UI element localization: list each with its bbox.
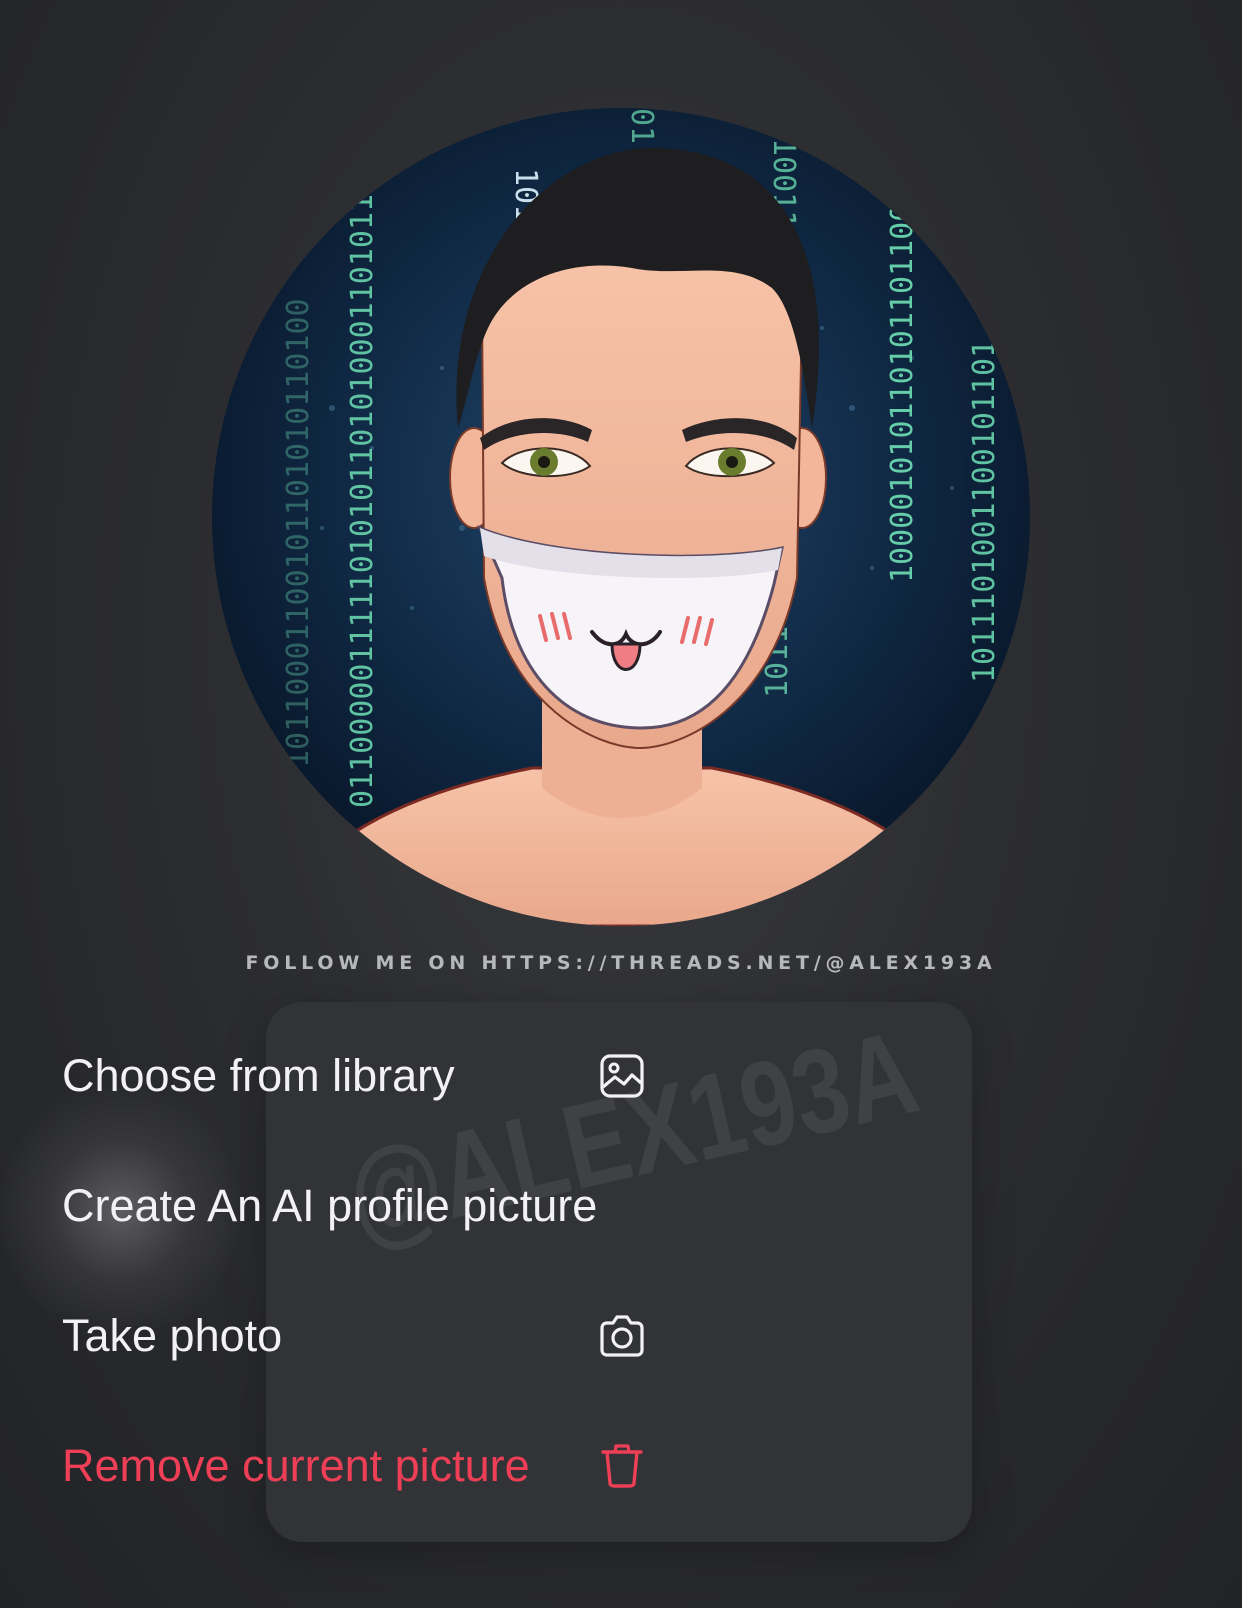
image-icon [596, 1050, 648, 1102]
menu-item-label: Take photo [62, 1310, 283, 1361]
remove-current-picture-option[interactable]: Remove current picture [62, 1426, 648, 1506]
create-ai-profile-picture-option[interactable]: Create An AI profile picture [62, 1166, 648, 1246]
choose-from-library-option[interactable]: Choose from library [62, 1036, 648, 1116]
binary-column: 10110001100101101010110100 [281, 298, 316, 768]
binary-column: 1011101001100101101 [967, 340, 1002, 683]
caption-text: FOLLOW ME ON HTTPS://THREADS.NET/@ALEX19… [245, 952, 997, 974]
avatar-illustration: 10110001100101101010110100 0110000011111… [212, 108, 1030, 926]
profile-picture[interactable]: 10110001100101101010110100 0110000011111… [212, 108, 1030, 926]
menu-item-label: Choose from library [62, 1050, 455, 1101]
trash-icon [596, 1440, 648, 1492]
binary-column: 01100000111110101011010100011010110001 [345, 122, 380, 808]
take-photo-option[interactable]: Take photo [62, 1296, 648, 1376]
menu-item-label: Create An AI profile picture [62, 1180, 598, 1231]
camera-icon [596, 1310, 648, 1362]
binary-column: 1000010101101011011001000100 [885, 108, 920, 583]
menu-item-label: Remove current picture [62, 1440, 530, 1491]
binary-column: 01 [624, 108, 659, 144]
